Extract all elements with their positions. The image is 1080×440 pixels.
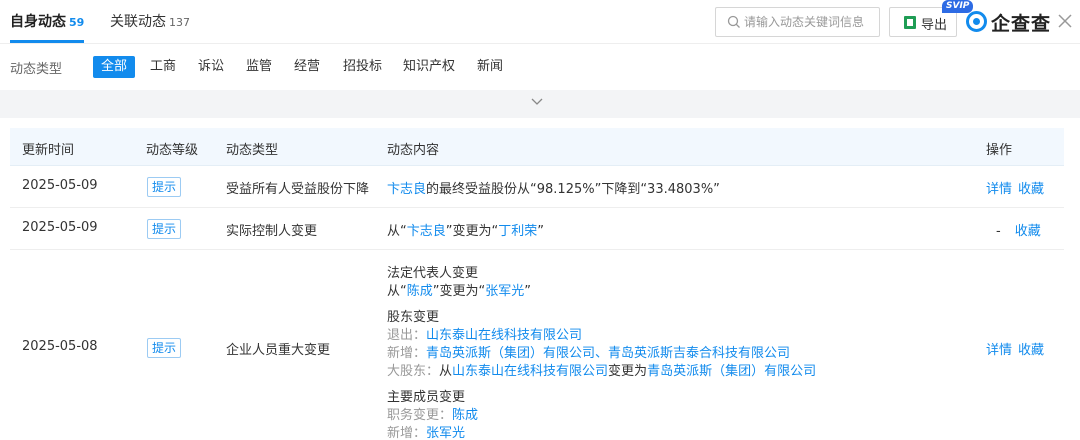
person-link[interactable]: 丁利荣 [498, 224, 537, 239]
person-link[interactable]: 张军光 [426, 426, 465, 440]
content-text: ” [537, 224, 545, 239]
detail-link[interactable]: 详情 [986, 343, 1012, 358]
level-badge: 提示 [147, 219, 182, 239]
person-link[interactable]: 卞志良 [407, 224, 446, 239]
content-text: 从“ [387, 284, 407, 299]
row-content: 卞志良的最终受益股份从“98.125%”下降到“33.4803%” [387, 178, 720, 197]
company-link[interactable]: 青岛英派斯（集团）有限公司 [426, 346, 595, 361]
company-link[interactable]: 青岛英派斯吉泰合科技有限公司 [608, 346, 790, 361]
export-label: 导出 [921, 18, 948, 33]
content-text: ” [524, 284, 532, 299]
content-text: 从 [439, 364, 453, 379]
filter-chip-litigation[interactable]: 诉讼 [190, 56, 232, 78]
row-type: 企业人员重大变更 [226, 343, 331, 358]
favorite-link[interactable]: 收藏 [1015, 224, 1041, 239]
col-header-level: 动态等级 [146, 143, 199, 158]
filter-chip-all[interactable]: 全部 [93, 56, 136, 78]
person-link[interactable]: 陈成 [407, 284, 433, 299]
tab-own-label: 自身动态 [10, 14, 66, 30]
major-shareholder-change: 大股东：从山东泰山在线科技有限公司变更为青岛英派斯（集团）有限公司 [387, 360, 816, 379]
row-type: 受益所有人受益股份下降 [226, 182, 370, 197]
table-row: 2025-05-09 提示 受益所有人受益股份下降 卞志良的最终受益股份从“98… [10, 166, 1064, 208]
content-text: ”变更为“ [432, 284, 486, 299]
search-input[interactable] [744, 13, 876, 31]
detail-placeholder: - [996, 224, 1001, 239]
legal-rep-change: 从“陈成”变更为“张军光” [387, 280, 531, 299]
level-badge: 提示 [147, 338, 182, 358]
member-add: 新增：张军光 [387, 422, 465, 440]
company-link[interactable]: 山东泰山在线科技有限公司 [452, 364, 608, 379]
separator: 、 [595, 346, 609, 361]
col-header-content: 动态内容 [387, 143, 440, 158]
chevron-down-icon[interactable] [530, 94, 544, 108]
members-title: 主要成员变更 [387, 390, 466, 405]
field-label: 退出： [387, 328, 427, 343]
content-text: ”变更为“ [445, 224, 499, 239]
content-text: 从“ [387, 224, 407, 239]
person-link[interactable]: 陈成 [452, 408, 478, 423]
filter-bar: 动态类型 全部 工商 诉讼 监管 经营 招投标 知识产权 新闻 [0, 45, 1080, 90]
col-header-ops: 操作 [986, 143, 1013, 158]
table-row: 2025-05-08 提示 企业人员重大变更 法定代表人变更 从“陈成”变更为“… [10, 250, 1064, 440]
filter-chip-regulation[interactable]: 监管 [238, 56, 280, 78]
tab-own-count: 59 [69, 16, 85, 29]
tab-related-dynamics[interactable]: 关联动态 137 [110, 11, 190, 31]
favorite-link[interactable]: 收藏 [1018, 343, 1044, 358]
row-ops: 详情 收藏 [986, 178, 1044, 197]
row-ops: - 收藏 [996, 220, 1041, 239]
field-label: 职务变更： [387, 408, 453, 423]
level-badge: 提示 [147, 177, 182, 197]
logo-icon [966, 11, 987, 32]
logo-text: 企查查 [991, 13, 1052, 35]
field-label: 新增： [387, 346, 427, 361]
person-link[interactable]: 张军光 [485, 284, 524, 299]
content-text: 的最终受益股份从“98.125%”下降到“33.4803%” [426, 182, 720, 197]
tab-own-dynamics[interactable]: 自身动态 59 [10, 11, 84, 31]
tab-related-label: 关联动态 [110, 14, 166, 30]
row-content: 从“卞志良”变更为“丁利荣” [387, 220, 544, 239]
filter-caption: 动态类型 [10, 62, 63, 77]
person-link[interactable]: 卞志良 [387, 182, 426, 197]
close-icon[interactable] [1056, 12, 1074, 30]
row-date: 2025-05-09 [22, 178, 98, 193]
row-ops: 详情 收藏 [986, 339, 1044, 358]
filter-chip-bidding[interactable]: 招投标 [335, 56, 390, 78]
col-header-type: 动态类型 [226, 143, 279, 158]
tab-related-count: 137 [169, 16, 190, 29]
row-date: 2025-05-08 [22, 339, 98, 354]
shareholder-add: 新增：青岛英派斯（集团）有限公司、青岛英派斯吉泰合科技有限公司 [387, 342, 790, 361]
col-header-time: 更新时间 [22, 143, 75, 158]
row-type: 实际控制人变更 [226, 224, 318, 239]
filter-chip-news[interactable]: 新闻 [469, 56, 511, 78]
row-date: 2025-05-09 [22, 220, 98, 235]
filter-chip-operation[interactable]: 经营 [286, 56, 328, 78]
field-label: 新增： [387, 426, 427, 440]
expand-filters-strip[interactable] [0, 90, 1080, 118]
favorite-link[interactable]: 收藏 [1018, 182, 1044, 197]
filter-chip-ip[interactable]: 知识产权 [395, 56, 463, 78]
shareholder-title: 股东变更 [387, 310, 440, 325]
top-bar: 自身动态59 关联动态137 导出 SVIP 企查查 [0, 0, 1080, 44]
search-icon [727, 15, 740, 28]
company-link[interactable]: 青岛英派斯（集团）有限公司 [647, 364, 816, 379]
table-row: 2025-05-09 提示 实际控制人变更 从“卞志良”变更为“丁利荣” - 收藏 [10, 208, 1064, 250]
field-label: 大股东： [387, 364, 440, 379]
excel-icon [904, 16, 916, 29]
active-tab-indicator [10, 40, 84, 43]
content-text: 变更为 [608, 364, 648, 379]
detail-link[interactable]: 详情 [986, 182, 1012, 197]
filter-chip-business[interactable]: 工商 [142, 56, 184, 78]
shareholder-exit: 退出：山东泰山在线科技有限公司 [387, 324, 582, 343]
table-header: 更新时间 动态等级 动态类型 动态内容 操作 [10, 128, 1064, 166]
search-box[interactable] [715, 7, 880, 37]
company-link[interactable]: 山东泰山在线科技有限公司 [426, 328, 582, 343]
svip-badge: SVIP [942, 0, 974, 13]
legal-rep-title: 法定代表人变更 [387, 266, 479, 281]
member-position-change: 职务变更：陈成 [387, 404, 478, 423]
